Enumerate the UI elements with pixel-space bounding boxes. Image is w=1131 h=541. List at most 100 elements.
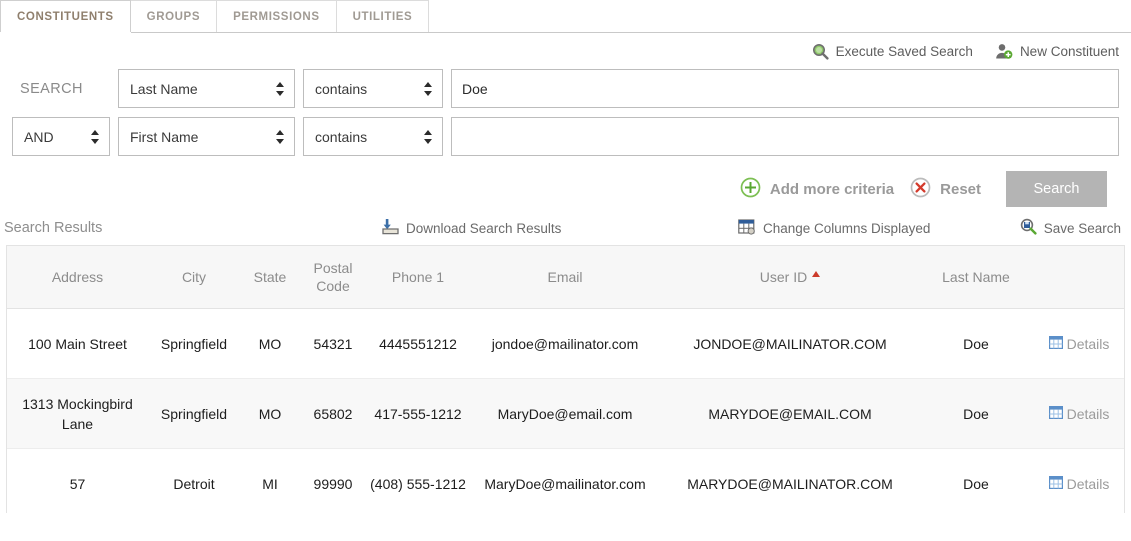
tab-label: PERMISSIONS	[233, 11, 320, 23]
add-more-criteria-button[interactable]: Add more criteria	[740, 177, 894, 202]
search-criteria-row-2: AND First Name contains	[12, 117, 1119, 156]
column-header-city[interactable]: City	[148, 246, 240, 309]
search-label: SEARCH	[20, 80, 83, 97]
cell-state: MO	[240, 308, 300, 379]
column-header-label: State	[253, 269, 287, 285]
column-header-label: Postal Code	[313, 260, 353, 294]
reset-button[interactable]: Reset	[910, 177, 981, 202]
cell-city: Springfield	[148, 308, 240, 379]
save-search-link[interactable]: Save Search	[1020, 218, 1121, 238]
cell-user-id: MARYDOE@EMAIL.COM	[660, 378, 920, 449]
table-body: 100 Main Street Springfield MO 54321 444…	[7, 308, 1124, 513]
cell-actions: Details	[1032, 378, 1124, 449]
main-tabbar: CONSTITUENTS GROUPS PERMISSIONS UTILITIE…	[0, 0, 1131, 33]
tab-utilities[interactable]: UTILITIES	[335, 0, 430, 32]
new-constituent-link[interactable]: New Constituent	[995, 43, 1119, 60]
results-toolbar: Search Results Download Search Results C…	[0, 211, 1131, 245]
cell-actions: Details	[1032, 448, 1124, 513]
cell-city: Springfield	[148, 378, 240, 449]
operator-select-1[interactable]: contains	[303, 69, 443, 108]
table-row[interactable]: 1313 Mockingbird Lane Springfield MO 658…	[7, 378, 1124, 449]
cell-postal: 99990	[300, 448, 366, 513]
tab-label: GROUPS	[146, 11, 201, 23]
field-select-2[interactable]: First Name	[118, 117, 295, 156]
search-results-table-wrapper: Address City State Postal Code Phone 1 E…	[6, 245, 1125, 513]
change-columns-displayed-label: Change Columns Displayed	[763, 220, 931, 236]
download-icon	[382, 218, 399, 238]
tab-constituents[interactable]: CONSTITUENTS	[0, 0, 131, 33]
column-header-state[interactable]: State	[240, 246, 300, 309]
operator-select-2-value: contains	[315, 128, 368, 145]
grid-details-icon	[1048, 474, 1063, 494]
sort-ascending-icon	[812, 271, 821, 277]
column-header-user-id[interactable]: User ID	[660, 246, 920, 309]
conjunction-select-2[interactable]: AND	[12, 117, 110, 156]
search-value-input-1[interactable]	[451, 69, 1119, 108]
column-header-postal-code[interactable]: Postal Code	[300, 246, 366, 309]
field-select-1-value: Last Name	[130, 80, 198, 97]
column-header-email[interactable]: Email	[470, 246, 660, 309]
search-actions: Add more criteria Reset Search	[12, 165, 1119, 211]
plus-circle-icon	[740, 177, 761, 202]
cell-state: MO	[240, 378, 300, 449]
execute-saved-search-link[interactable]: Execute Saved Search	[812, 43, 973, 60]
chevron-updown-icon	[424, 129, 433, 144]
magnifier-search-icon	[812, 43, 829, 60]
field-select-1[interactable]: Last Name	[118, 69, 295, 108]
column-header-label: City	[181, 269, 207, 285]
reset-label: Reset	[940, 180, 981, 198]
table-row[interactable]: 57 Detroit MI 99990 (408) 555-1212 MaryD…	[7, 448, 1124, 513]
add-user-icon	[995, 43, 1013, 60]
cell-phone: (408) 555-1212	[366, 448, 470, 513]
change-columns-displayed-link[interactable]: Change Columns Displayed	[738, 218, 931, 238]
cell-last-name: Doe	[920, 448, 1032, 513]
cell-user-id: MARYDOE@MAILINATOR.COM	[660, 448, 920, 513]
top-action-links: Execute Saved Search New Constituent	[0, 33, 1131, 60]
operator-select-2[interactable]: contains	[303, 117, 443, 156]
search-value-input-2[interactable]	[451, 117, 1119, 156]
column-header-phone-1[interactable]: Phone 1	[366, 246, 470, 309]
column-header-address[interactable]: Address	[7, 246, 148, 309]
download-search-results-link[interactable]: Download Search Results	[382, 218, 561, 238]
new-constituent-label: New Constituent	[1019, 43, 1119, 59]
table-columns-icon	[738, 218, 756, 238]
table-row[interactable]: 100 Main Street Springfield MO 54321 444…	[7, 308, 1124, 379]
details-link[interactable]: Details	[1048, 474, 1109, 494]
cell-phone: 417-555-1212	[366, 378, 470, 449]
details-link[interactable]: Details	[1048, 404, 1109, 424]
cell-city: Detroit	[148, 448, 240, 513]
cell-postal: 54321	[300, 308, 366, 379]
column-header-label: Email	[547, 269, 583, 285]
conjunction-select-2-value: AND	[24, 128, 54, 145]
column-header-label: Last Name	[942, 269, 1010, 285]
column-header-last-name[interactable]: Last Name	[920, 246, 1032, 309]
tab-label: UTILITIES	[352, 11, 413, 23]
save-search-label: Save Search	[1043, 220, 1121, 236]
column-header-label: Phone 1	[391, 269, 445, 285]
table-header-row: Address City State Postal Code Phone 1 E…	[7, 246, 1124, 309]
chevron-updown-icon	[424, 81, 433, 96]
cell-postal: 65802	[300, 378, 366, 449]
search-results-table: Address City State Postal Code Phone 1 E…	[7, 246, 1124, 513]
cell-phone: 4445551212	[366, 308, 470, 379]
cell-user-id: JONDOE@MAILINATOR.COM	[660, 308, 920, 379]
save-search-icon	[1020, 218, 1037, 238]
search-criteria-row-1: SEARCH Last Name contains	[12, 69, 1119, 108]
tab-permissions[interactable]: PERMISSIONS	[216, 0, 337, 32]
details-label: Details	[1066, 335, 1110, 352]
cell-state: MI	[240, 448, 300, 513]
tab-groups[interactable]: GROUPS	[129, 0, 218, 32]
chevron-updown-icon	[276, 129, 285, 144]
search-results-title: Search Results	[4, 220, 103, 236]
tab-label: CONSTITUENTS	[17, 11, 114, 23]
grid-details-icon	[1048, 334, 1063, 354]
cell-actions: Details	[1032, 308, 1124, 379]
field-select-2-value: First Name	[130, 128, 199, 145]
cell-email: MaryDoe@mailinator.com	[470, 448, 660, 513]
cell-last-name: Doe	[920, 378, 1032, 449]
cell-address: 57	[7, 448, 148, 513]
x-circle-icon	[910, 177, 931, 202]
search-button[interactable]: Search	[1006, 171, 1107, 207]
details-link[interactable]: Details	[1048, 334, 1110, 354]
column-header-actions	[1032, 246, 1124, 309]
